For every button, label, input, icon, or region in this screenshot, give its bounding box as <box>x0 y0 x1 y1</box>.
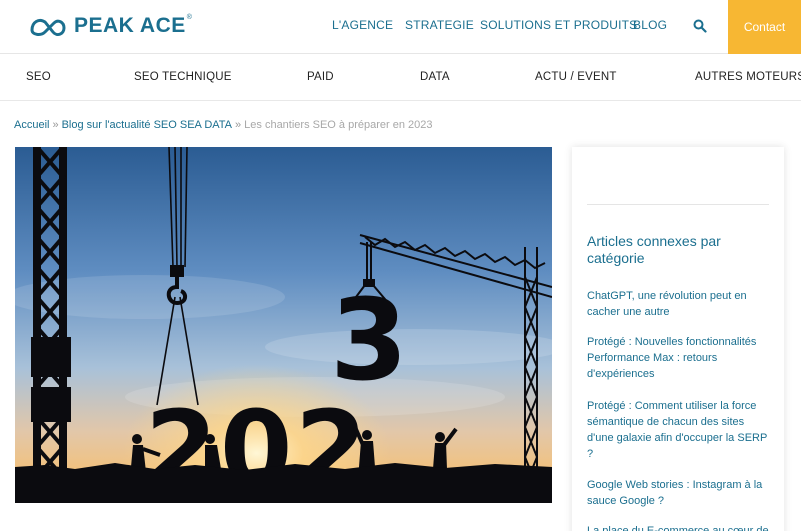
nav-item-solutions[interactable]: SOLUTIONS ET PRODUITS <box>480 18 637 32</box>
breadcrumb-blog[interactable]: Blog sur l'actualité SEO SEA DATA <box>62 119 232 131</box>
nav-item-agence[interactable]: L'AGENCE <box>332 18 393 32</box>
category-seo[interactable]: SEO <box>26 71 51 83</box>
contact-button[interactable]: Contact <box>728 0 801 54</box>
site-header: PEAK ACE ® L'AGENCE STRATEGIE SOLUTIONS … <box>0 0 801 54</box>
breadcrumb-home[interactable]: Accueil <box>14 119 49 131</box>
category-data[interactable]: DATA <box>420 71 450 83</box>
related-article-link[interactable]: Google Web stories : Instagram à la sauc… <box>587 477 772 509</box>
search-icon[interactable] <box>693 19 707 33</box>
category-actu-event[interactable]: ACTU / EVENT <box>535 71 617 83</box>
hero-digit-3: 3 <box>330 276 408 406</box>
category-nav: SEO SEO TECHNIQUE PAID DATA ACTU / EVENT… <box>0 54 801 101</box>
related-articles-sidebar: Articles connexes par catégorie ChatGPT,… <box>572 147 784 531</box>
related-article-link[interactable]: ChatGPT, une révolution peut en cacher u… <box>587 288 772 320</box>
breadcrumb-current: Les chantiers SEO à préparer en 2023 <box>244 119 433 131</box>
logo-text: PEAK ACE <box>74 14 186 37</box>
logo[interactable]: PEAK ACE ® <box>29 11 192 41</box>
nav-item-blog[interactable]: BLOG <box>633 18 667 32</box>
construction-cranes-2023-illustration: 3 2 0 2 <box>15 147 552 503</box>
breadcrumb: Accueil» Blog sur l'actualité SEO SEA DAT… <box>14 119 433 131</box>
related-article-link[interactable]: La place du E-commerce au cœur de <box>587 523 772 531</box>
sidebar-divider <box>587 204 769 205</box>
nav-item-strategie[interactable]: STRATEGIE <box>405 18 474 32</box>
category-paid[interactable]: PAID <box>307 71 334 83</box>
related-article-link[interactable]: Protégé : Nouvelles fonctionnalités Perf… <box>587 334 772 382</box>
breadcrumb-separator: » <box>235 119 242 131</box>
hero-image: 3 2 0 2 <box>15 147 552 503</box>
category-seo-technique[interactable]: SEO TECHNIQUE <box>134 71 232 83</box>
registered-mark: ® <box>186 13 192 21</box>
category-autres-moteurs[interactable]: AUTRES MOTEURS <box>695 71 801 83</box>
breadcrumb-separator: » <box>52 119 59 131</box>
related-article-link[interactable]: Protégé : Comment utiliser la force séma… <box>587 398 772 462</box>
peak-ace-logo-icon <box>30 18 66 37</box>
sidebar-title: Articles connexes par catégorie <box>587 233 721 266</box>
